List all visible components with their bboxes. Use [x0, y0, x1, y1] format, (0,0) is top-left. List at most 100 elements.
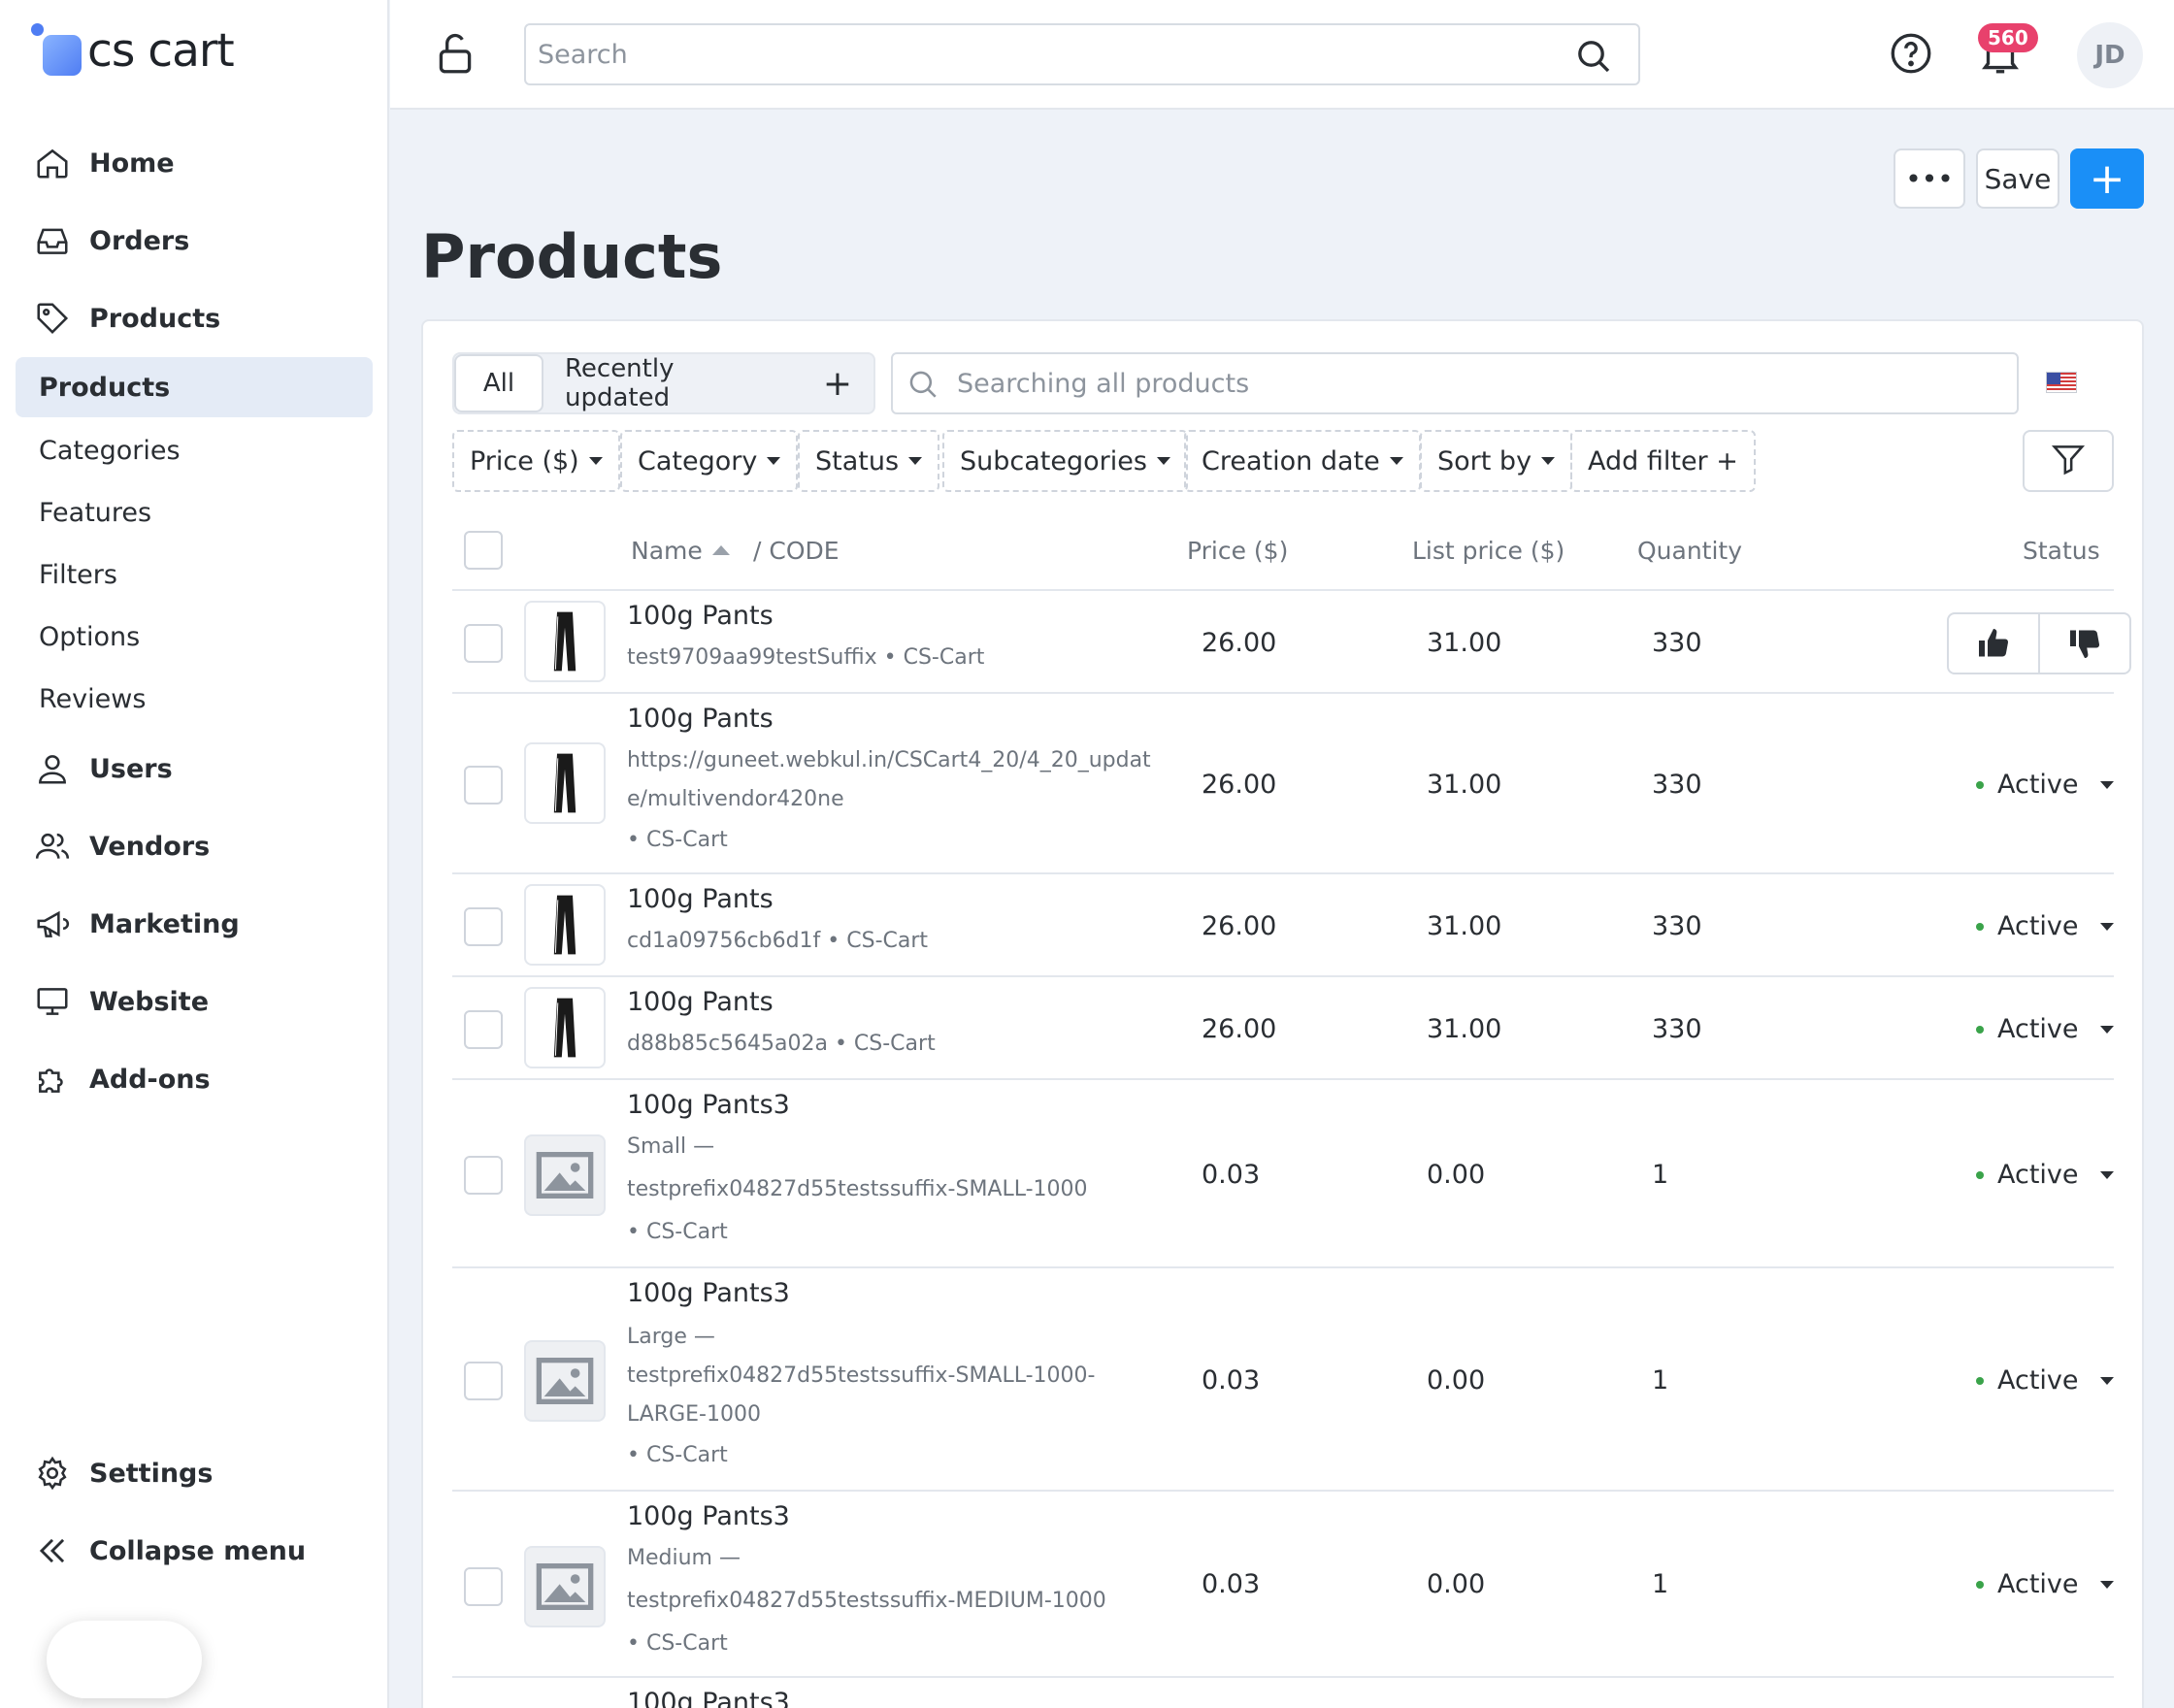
thumbs-up-icon[interactable] — [1949, 614, 2038, 673]
status-dropdown[interactable]: Active — [1976, 1569, 2114, 1599]
filter-category[interactable]: Category — [620, 430, 799, 492]
tab-recently-updated[interactable]: Recently updated — [565, 354, 780, 412]
quantity-value[interactable]: 1 — [1652, 1365, 1668, 1396]
row-checkbox[interactable] — [464, 1010, 503, 1049]
filter-price[interactable]: Price ($) — [452, 430, 620, 492]
table-row[interactable]: 100g Pants d88b85c5645a02a • CS-Cart 26.… — [452, 979, 2114, 1080]
column-status[interactable]: Status — [2023, 511, 2100, 589]
nav-item-vendors[interactable]: Vendors — [16, 815, 373, 877]
table-row[interactable]: 100g Pants https://guneet.webkul.in/CSCa… — [452, 696, 2114, 874]
column-price[interactable]: Price ($) — [1187, 511, 1288, 589]
product-name[interactable]: 100g Pants3 — [627, 1278, 790, 1308]
advanced-filter-button[interactable] — [2023, 430, 2114, 492]
search-icon[interactable] — [1574, 37, 1613, 76]
avatar[interactable]: JD — [2077, 22, 2143, 88]
price-value[interactable]: 0.03 — [1202, 1160, 1260, 1190]
product-thumbnail[interactable] — [524, 1134, 606, 1216]
product-name[interactable]: 100g Pants — [627, 884, 774, 914]
column-code[interactable]: / CODE — [753, 511, 840, 589]
price-value[interactable]: 26.00 — [1202, 770, 1276, 800]
product-name[interactable]: 100g Pants3 — [627, 1688, 790, 1708]
price-value[interactable]: 26.00 — [1202, 911, 1276, 941]
product-name[interactable]: 100g Pants — [627, 987, 774, 1017]
column-quantity[interactable]: Quantity — [1637, 511, 1742, 589]
tab-all[interactable]: All — [454, 354, 544, 412]
nav-item-home[interactable]: Home — [16, 132, 373, 194]
nav-item-products[interactable]: Products — [16, 287, 373, 349]
product-search-input[interactable] — [957, 354, 2005, 412]
row-checkbox[interactable] — [464, 1362, 503, 1400]
quantity-value[interactable]: 330 — [1652, 770, 1702, 800]
row-checkbox[interactable] — [464, 624, 503, 663]
select-all-checkbox[interactable] — [464, 531, 503, 570]
add-tab-button[interactable]: + — [813, 354, 862, 412]
nav-item-addons[interactable]: Add-ons — [16, 1048, 373, 1110]
nav-item-marketing[interactable]: Marketing — [16, 893, 373, 955]
nav-item-users[interactable]: Users — [16, 738, 373, 800]
table-row[interactable]: 100g Pants test9709aa99testSuffix • CS-C… — [452, 593, 2131, 694]
help-icon[interactable] — [1887, 29, 1935, 78]
quantity-value[interactable]: 330 — [1652, 911, 1702, 941]
filter-sort-by[interactable]: Sort by — [1420, 430, 1573, 492]
status-dropdown[interactable]: Active — [1976, 1160, 2114, 1190]
thumbs-down-icon[interactable] — [2038, 614, 2129, 673]
status-dropdown[interactable]: Active — [1976, 770, 2114, 800]
collapse-menu-button[interactable]: Collapse menu — [16, 1520, 373, 1582]
list-price-value[interactable]: 31.00 — [1427, 1014, 1501, 1044]
quantity-value[interactable]: 330 — [1652, 628, 1702, 658]
product-thumbnail[interactable] — [524, 1546, 606, 1627]
sidebar-sub-filters[interactable]: Filters — [16, 544, 373, 605]
cs-cart-logo[interactable]: cs cart — [31, 21, 235, 80]
table-row[interactable]: 100g Pants3 Large — testprefix04827d55te… — [452, 1270, 2114, 1492]
search-input[interactable] — [538, 25, 1566, 83]
price-value[interactable]: 26.00 — [1202, 1014, 1276, 1044]
list-price-value[interactable]: 0.00 — [1427, 1569, 1485, 1599]
quantity-value[interactable]: 330 — [1652, 1014, 1702, 1044]
filter-subcategories[interactable]: Subcategories — [942, 430, 1188, 492]
sidebar-sub-reviews[interactable]: Reviews — [16, 669, 373, 729]
row-checkbox[interactable] — [464, 1156, 503, 1195]
filter-status[interactable]: Status — [798, 430, 940, 492]
product-name[interactable]: 100g Pants3 — [627, 1090, 790, 1120]
nav-item-website[interactable]: Website — [16, 970, 373, 1033]
list-price-value[interactable]: 0.00 — [1427, 1160, 1485, 1190]
floating-widget[interactable] — [47, 1621, 202, 1698]
column-name[interactable]: Name — [631, 511, 730, 589]
product-name[interactable]: 100g Pants — [627, 601, 774, 631]
column-list-price[interactable]: List price ($) — [1412, 511, 1565, 589]
row-checkbox[interactable] — [464, 907, 503, 946]
price-value[interactable]: 26.00 — [1202, 628, 1276, 658]
product-thumbnail[interactable] — [524, 601, 606, 682]
sidebar-sub-products[interactable]: Products — [16, 357, 373, 417]
status-dropdown[interactable]: Active — [1976, 1365, 2114, 1396]
table-row[interactable]: 100g Pants cd1a09756cb6d1f • CS-Cart 26.… — [452, 876, 2114, 977]
product-name[interactable]: 100g Pants3 — [627, 1501, 790, 1531]
add-filter-button[interactable]: Add filter + — [1570, 430, 1756, 492]
list-price-value[interactable]: 31.00 — [1427, 628, 1501, 658]
product-thumbnail[interactable] — [524, 1340, 606, 1422]
status-dropdown[interactable]: Active — [1976, 911, 2114, 941]
more-actions-button[interactable]: ••• — [1894, 148, 1965, 209]
us-flag-icon[interactable] — [2046, 372, 2077, 393]
quantity-value[interactable]: 1 — [1652, 1160, 1668, 1190]
add-product-button[interactable]: + — [2070, 148, 2144, 209]
row-checkbox[interactable] — [464, 766, 503, 805]
status-dropdown[interactable]: Active — [1976, 1014, 2114, 1044]
list-price-value[interactable]: 31.00 — [1427, 770, 1501, 800]
unlock-icon[interactable] — [431, 29, 479, 78]
quantity-value[interactable]: 1 — [1652, 1569, 1668, 1599]
price-value[interactable]: 0.03 — [1202, 1569, 1260, 1599]
nav-item-settings[interactable]: Settings — [16, 1442, 373, 1504]
list-price-value[interactable]: 0.00 — [1427, 1365, 1485, 1396]
filter-creation-date[interactable]: Creation date — [1184, 430, 1421, 492]
nav-item-orders[interactable]: Orders — [16, 210, 373, 272]
price-value[interactable]: 0.03 — [1202, 1365, 1260, 1396]
sidebar-sub-features[interactable]: Features — [16, 482, 373, 542]
product-thumbnail[interactable] — [524, 884, 606, 966]
sidebar-sub-categories[interactable]: Categories — [16, 420, 373, 480]
table-row[interactable]: 100g Pants3 Medium — testprefix04827d55t… — [452, 1494, 2114, 1678]
table-row[interactable]: 100g Pants3 Small — testprefix04827d55te… — [452, 1082, 2114, 1268]
product-thumbnail[interactable] — [524, 742, 606, 824]
list-price-value[interactable]: 31.00 — [1427, 911, 1501, 941]
table-row[interactable]: 100g Pants3 — [452, 1680, 2114, 1708]
